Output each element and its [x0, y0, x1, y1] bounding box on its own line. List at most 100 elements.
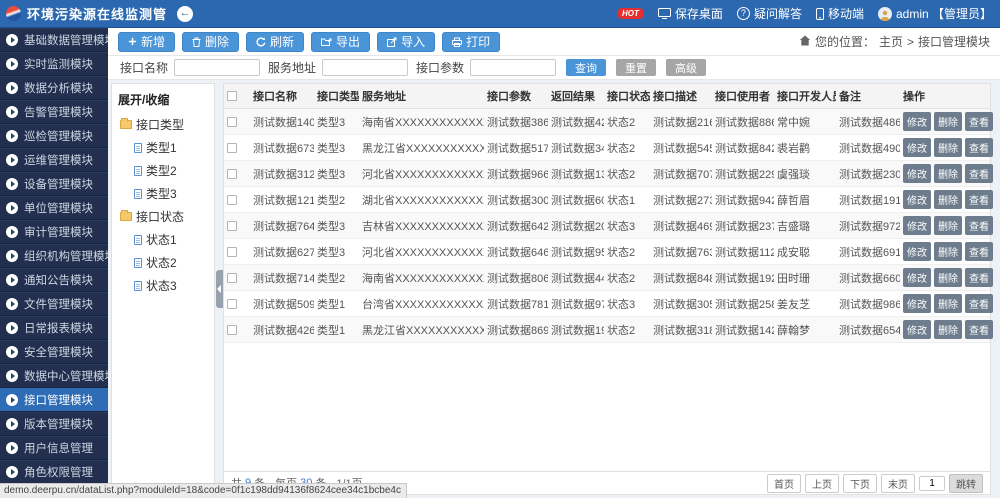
row-checkbox[interactable]	[227, 221, 237, 231]
import-button[interactable]: 导入	[377, 32, 435, 52]
sidebar-item[interactable]: 用户信息管理	[0, 436, 108, 460]
modify-button[interactable]: 修改	[903, 164, 931, 183]
select-all-checkbox[interactable]	[227, 91, 237, 101]
tree-leaf[interactable]: 类型3	[116, 182, 210, 205]
table-cell: 测试数据9423	[712, 187, 774, 213]
sidebar-item[interactable]: 审计管理模块	[0, 220, 108, 244]
row-checkbox[interactable]	[227, 169, 237, 179]
mobile-button[interactable]: 移动端	[816, 5, 864, 22]
modify-button[interactable]: 修改	[903, 216, 931, 235]
sidebar-item[interactable]: 设备管理模块	[0, 172, 108, 196]
row-checkbox[interactable]	[227, 143, 237, 153]
sidebar-item[interactable]: 数据中心管理模块	[0, 364, 108, 388]
tree-toggle[interactable]: 展开/收缩	[118, 91, 210, 108]
view-button[interactable]: 查看	[965, 294, 993, 313]
sidebar-item[interactable]: 运维管理模块	[0, 148, 108, 172]
tree-leaf[interactable]: 类型1	[116, 136, 210, 159]
tree-leaf[interactable]: 状态1	[116, 228, 210, 251]
table-cell: 测试数据6910	[836, 239, 900, 265]
sidebar-item[interactable]: 数据分析模块	[0, 76, 108, 100]
back-arrow-icon[interactable]: ←	[177, 6, 193, 22]
delete-row-button[interactable]: 删除	[934, 216, 962, 235]
export-button[interactable]: 导出	[311, 32, 370, 52]
table-cell: 状态2	[604, 135, 650, 161]
breadcrumb-home-link[interactable]: 主页	[879, 33, 903, 50]
sidebar-item[interactable]: 安全管理模块	[0, 340, 108, 364]
modify-button[interactable]: 修改	[903, 294, 931, 313]
add-button[interactable]: 新增	[118, 32, 175, 52]
tree-collapse-handle[interactable]	[216, 270, 223, 308]
service-address-input[interactable]	[322, 59, 408, 76]
sidebar-item[interactable]: 接口管理模块	[0, 388, 108, 412]
prev-page-button[interactable]: 上页	[805, 474, 839, 493]
interface-param-input[interactable]	[470, 59, 556, 76]
delete-row-button[interactable]: 删除	[934, 112, 962, 131]
row-checkbox[interactable]	[227, 117, 237, 127]
sidebar-item[interactable]: 文件管理模块	[0, 292, 108, 316]
view-button[interactable]: 查看	[965, 216, 993, 235]
view-button[interactable]: 查看	[965, 164, 993, 183]
delete-row-button[interactable]: 删除	[934, 320, 962, 339]
qa-button[interactable]: ? 疑问解答	[737, 5, 802, 22]
modify-button[interactable]: 修改	[903, 320, 931, 339]
row-checkbox[interactable]	[227, 273, 237, 283]
print-button[interactable]: 打印	[442, 32, 500, 52]
tree-leaf[interactable]: 类型2	[116, 159, 210, 182]
jump-button[interactable]: 跳转	[949, 474, 983, 493]
sidebar-item[interactable]: 巡检管理模块	[0, 124, 108, 148]
modify-button[interactable]: 修改	[903, 138, 931, 157]
circle-arrow-icon	[6, 226, 18, 238]
tree-group[interactable]: 接口状态	[116, 205, 210, 228]
delete-row-button[interactable]: 删除	[934, 242, 962, 261]
sidebar-item[interactable]: 角色权限管理	[0, 460, 108, 484]
view-button[interactable]: 查看	[965, 242, 993, 261]
sidebar-item[interactable]: 单位管理模块	[0, 196, 108, 220]
refresh-button[interactable]: 刷新	[246, 32, 304, 52]
view-button[interactable]: 查看	[965, 268, 993, 287]
delete-row-button[interactable]: 删除	[934, 268, 962, 287]
jump-page-input[interactable]	[919, 476, 945, 491]
row-checkbox[interactable]	[227, 325, 237, 335]
export-icon	[321, 37, 332, 47]
row-checkbox[interactable]	[227, 195, 237, 205]
save-desktop-button[interactable]: 保存桌面	[658, 5, 723, 22]
advanced-button[interactable]: 高级	[666, 59, 706, 76]
tree-list: 接口类型类型1类型2类型3接口状态状态1 状态2 状态3	[116, 113, 210, 297]
delete-row-button[interactable]: 删除	[934, 164, 962, 183]
delete-row-button[interactable]: 删除	[934, 294, 962, 313]
delete-row-button[interactable]: 删除	[934, 190, 962, 209]
view-button[interactable]: 查看	[965, 320, 993, 339]
sidebar-item[interactable]: 日常报表模块	[0, 316, 108, 340]
delete-row-button[interactable]: 删除	[934, 138, 962, 157]
next-page-button[interactable]: 下页	[843, 474, 877, 493]
modify-button[interactable]: 修改	[903, 112, 931, 131]
tree-group[interactable]: 接口类型	[116, 113, 210, 136]
sidebar-item[interactable]: 版本管理模块	[0, 412, 108, 436]
sidebar-item[interactable]: 组织机构管理模块	[0, 244, 108, 268]
sidebar-item[interactable]: 基础数据管理模块	[0, 28, 108, 52]
tree-leaf-label: 状态2	[146, 254, 177, 271]
interface-name-input[interactable]	[174, 59, 260, 76]
tree-leaf[interactable]: 状态2	[116, 251, 210, 274]
last-page-button[interactable]: 末页	[881, 474, 915, 493]
modify-button[interactable]: 修改	[903, 190, 931, 209]
first-page-button[interactable]: 首页	[767, 474, 801, 493]
modify-button[interactable]: 修改	[903, 242, 931, 261]
view-button[interactable]: 查看	[965, 112, 993, 131]
tree-leaf[interactable]: 状态3	[116, 274, 210, 297]
row-checkbox[interactable]	[227, 247, 237, 257]
delete-button[interactable]: 删除	[182, 32, 239, 52]
user-menu[interactable]: admin 【管理员】	[878, 5, 992, 22]
view-button[interactable]: 查看	[965, 190, 993, 209]
table-panel: 接口名称接口类型服务地址接口参数返回结果接口状态接口描述接口使用者接口开发人员备…	[223, 83, 991, 495]
query-button[interactable]: 查询	[566, 59, 606, 76]
view-button[interactable]: 查看	[965, 138, 993, 157]
sidebar-item[interactable]: 实时监测模块	[0, 52, 108, 76]
sidebar-item[interactable]: 通知公告模块	[0, 268, 108, 292]
column-header: 接口参数	[484, 84, 548, 109]
reset-button[interactable]: 重置	[616, 59, 656, 76]
row-checkbox[interactable]	[227, 299, 237, 309]
sidebar-item[interactable]: 告警管理模块	[0, 100, 108, 124]
table-cell: 湖北省XXXXXXXXXXXXXXXXX	[359, 187, 484, 213]
modify-button[interactable]: 修改	[903, 268, 931, 287]
